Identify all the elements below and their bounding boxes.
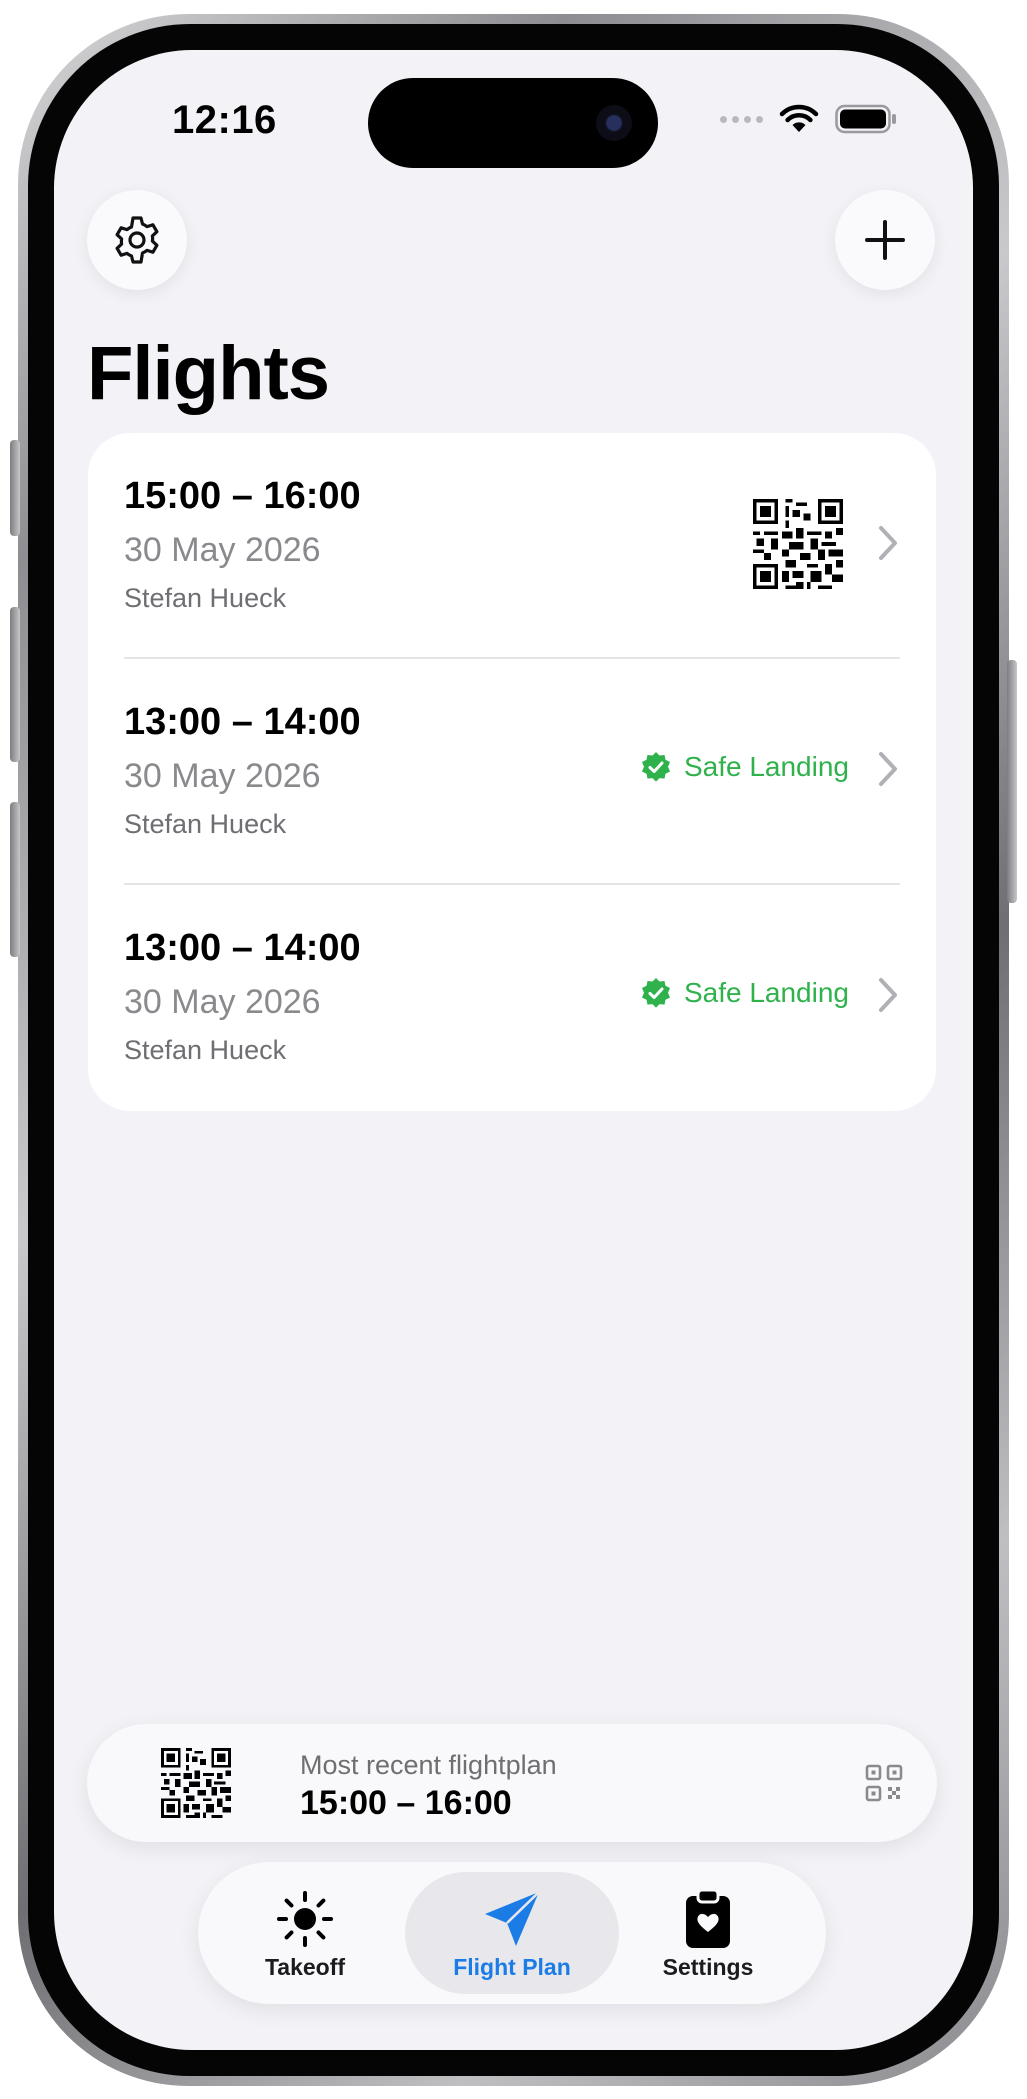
battery-icon: [835, 104, 896, 134]
qr-code-icon: [161, 1748, 231, 1818]
wifi-icon: [779, 104, 819, 132]
tab-bar: Takeoff Flight Plan Settings: [198, 1862, 826, 2004]
flight-date: 30 May 2026: [124, 983, 321, 1021]
flight-row[interactable]: 15:00 – 16:00 30 May 2026 Stefan Hueck: [88, 433, 936, 659]
status-time: 12:16: [172, 98, 277, 142]
tab-label: Takeoff: [264, 1954, 346, 1980]
flight-pilot: Stefan Hueck: [124, 809, 287, 839]
paper-plane-icon: [485, 1891, 540, 1946]
flight-date: 30 May 2026: [124, 757, 321, 795]
status-badge: Safe Landing: [640, 977, 849, 1009]
tab-label: Flight Plan: [453, 1954, 571, 1980]
screen: 12:16 Flights 15:00 – 16:00 30 May 2026 …: [54, 50, 973, 2050]
flight-time: 13:00 – 14:00: [124, 701, 361, 743]
gear-icon: [115, 216, 159, 264]
check-badge-icon: [641, 978, 670, 1008]
page-title: Flights: [87, 331, 330, 416]
power-button: [1007, 660, 1017, 903]
add-flight-button[interactable]: [835, 190, 935, 290]
flight-row[interactable]: 13:00 – 14:00 30 May 2026 Stefan Hueck S…: [88, 885, 936, 1111]
chevron-right-icon: [879, 752, 897, 786]
settings-button[interactable]: [87, 190, 187, 290]
tab-label: Settings: [662, 1954, 754, 1980]
sun-icon: [277, 1891, 333, 1947]
flight-row[interactable]: 13:00 – 14:00 30 May 2026 Stefan Hueck S…: [88, 659, 936, 885]
tab-takeoff[interactable]: Takeoff: [198, 1872, 412, 1994]
chevron-right-icon: [879, 978, 897, 1012]
recent-flightplan-label: Most recent flightplan: [300, 1750, 557, 1780]
action-button: [10, 440, 20, 536]
check-badge-icon: [641, 752, 670, 782]
flight-pilot: Stefan Hueck: [124, 583, 287, 613]
flight-time: 15:00 – 16:00: [124, 475, 361, 517]
chevron-right-icon: [879, 526, 897, 560]
status-text: Safe Landing: [683, 977, 849, 1008]
qr-code-small-icon[interactable]: [865, 1764, 903, 1802]
status-badge: Safe Landing: [640, 751, 849, 783]
status-icons: [720, 104, 897, 134]
flights-list: 15:00 – 16:00 30 May 2026 Stefan Hueck 1…: [88, 433, 936, 1111]
recent-flightplan-time: 15:00 – 16:00: [300, 1784, 512, 1822]
volume-down-button: [10, 802, 20, 957]
cellular-signal-icon: [720, 115, 763, 123]
qr-code-icon: [753, 499, 843, 589]
tab-settings[interactable]: Settings: [601, 1872, 815, 1994]
dynamic-island: [368, 78, 658, 168]
tab-flight-plan[interactable]: Flight Plan: [405, 1872, 619, 1994]
clipboard-icon: [686, 1888, 730, 1948]
recent-flightplan-bar[interactable]: Most recent flightplan 15:00 – 16:00: [87, 1724, 937, 1842]
flight-pilot: Stefan Hueck: [124, 1035, 287, 1065]
plus-icon: [865, 220, 905, 260]
flight-time: 13:00 – 14:00: [124, 927, 361, 969]
status-text: Safe Landing: [683, 751, 849, 782]
flight-date: 30 May 2026: [124, 531, 321, 569]
front-camera: [596, 105, 632, 141]
volume-up-button: [10, 607, 20, 762]
